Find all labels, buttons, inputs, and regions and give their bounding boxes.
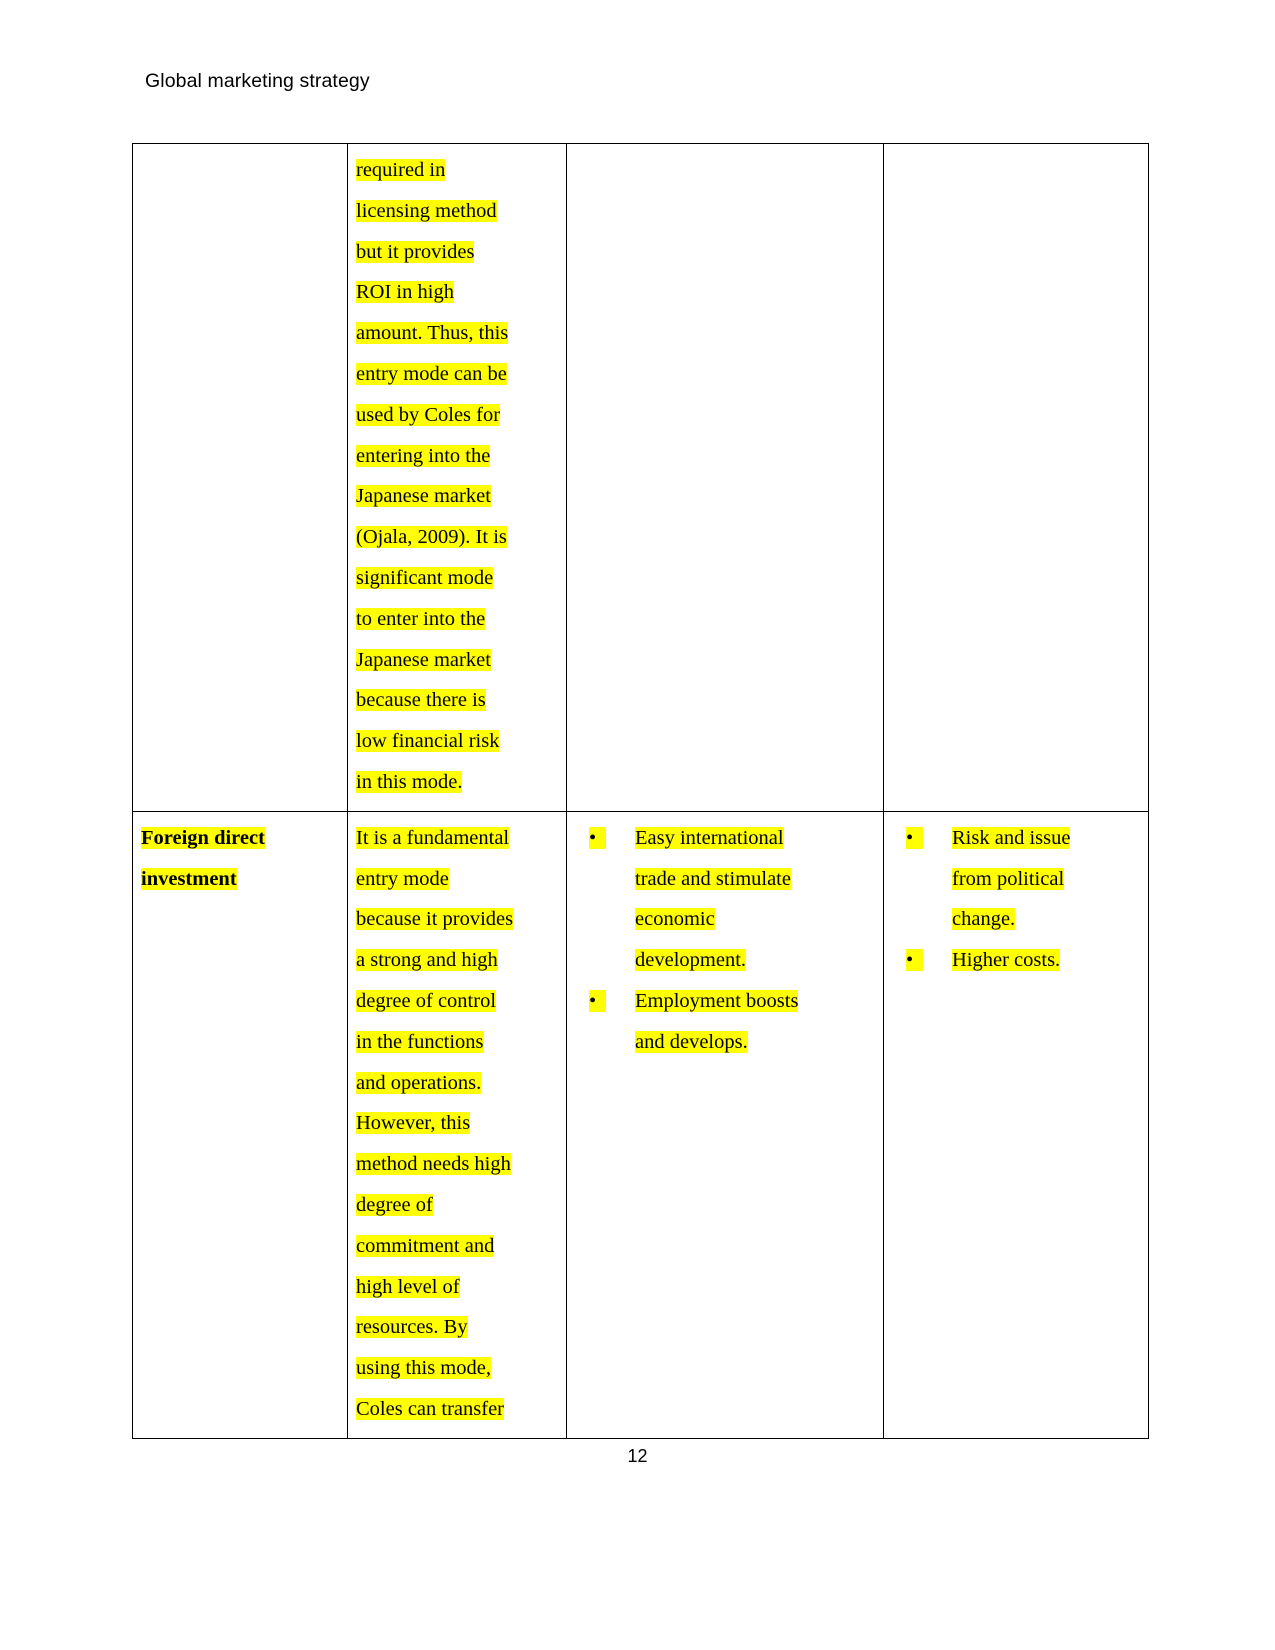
- list-item: • Higher costs.: [892, 940, 1140, 981]
- text-line: low financial risk: [356, 730, 500, 753]
- advantages-list: • Easy international trade and stimulate…: [575, 818, 875, 1063]
- text-line: to enter into the: [356, 607, 486, 630]
- text-line: Easy international: [635, 826, 784, 849]
- mode-name-paragraph: Foreign direct investment: [141, 818, 339, 900]
- text-line: and develops.: [635, 1030, 748, 1053]
- text-line: It is a fundamental: [356, 826, 510, 849]
- text-line: a strong and high: [356, 949, 498, 972]
- text-line: Risk and issue: [952, 826, 1071, 849]
- text-line: because there is: [356, 689, 486, 712]
- text-line: in this mode.: [356, 770, 463, 793]
- text-line: commitment and: [356, 1234, 495, 1257]
- table-body: required in licensing method but it prov…: [132, 143, 1149, 1439]
- page-number: 12: [627, 1446, 648, 1466]
- text-line: development.: [635, 949, 747, 972]
- text-line: entry mode can be: [356, 362, 507, 385]
- table-row: required in licensing method but it prov…: [132, 143, 1149, 812]
- text-line: Japanese market: [356, 485, 491, 508]
- cell-advantages: [566, 143, 884, 812]
- text-line: trade and stimulate: [635, 867, 791, 890]
- text-line: entry mode: [356, 867, 449, 890]
- text-line: Coles can transfer: [356, 1397, 504, 1420]
- text-line: However, this: [356, 1112, 471, 1135]
- cell-description: It is a fundamental entry mode because i…: [347, 810, 567, 1439]
- running-header: Global marketing strategy: [145, 70, 370, 92]
- text-line: ROI in high: [356, 281, 454, 304]
- description-paragraph: required in licensing method but it prov…: [356, 150, 558, 803]
- text-line: economic: [635, 908, 715, 931]
- bullet-icon: •: [589, 818, 635, 859]
- text-line: but it provides: [356, 240, 475, 263]
- bullet-icon: •: [906, 818, 952, 859]
- text-line: amount. Thus, this: [356, 322, 509, 345]
- text-line: entering into the: [356, 444, 491, 467]
- text-line: degree of control: [356, 989, 497, 1012]
- text-line: change.: [952, 908, 1016, 931]
- text-line: using this mode,: [356, 1357, 491, 1380]
- list-item: • Employment boosts and develops.: [575, 981, 875, 1063]
- bullet-icon: •: [589, 981, 635, 1022]
- table-row: Foreign direct investment It is a fundam…: [132, 810, 1149, 1439]
- list-item: • Risk and issue from political change.: [892, 818, 1140, 940]
- list-item: • Easy international trade and stimulate…: [575, 818, 875, 981]
- text-line: high level of: [356, 1275, 460, 1298]
- text-line: degree of: [356, 1193, 433, 1216]
- text-line: Higher costs.: [952, 949, 1061, 972]
- text-line: required in: [356, 159, 446, 181]
- text-line: significant mode: [356, 566, 494, 589]
- text-line: investment: [141, 867, 237, 890]
- text-line: from political: [952, 867, 1065, 890]
- document-page: Global marketing strategy required in li…: [0, 0, 1275, 1650]
- disadvantages-list: • Risk and issue from political change. …: [892, 818, 1140, 981]
- cell-description: required in licensing method but it prov…: [347, 143, 567, 812]
- bullet-icon: •: [906, 940, 952, 981]
- cell-mode-name: [132, 143, 348, 812]
- text-line: Employment boosts: [635, 989, 799, 1012]
- text-line: and operations.: [356, 1071, 482, 1094]
- text-line: licensing method: [356, 199, 497, 222]
- text-line: in the functions: [356, 1030, 484, 1053]
- text-line: method needs high: [356, 1153, 511, 1176]
- text-line: resources. By: [356, 1316, 468, 1339]
- text-line: Foreign direct: [141, 826, 265, 849]
- cell-disadvantages: • Risk and issue from political change. …: [883, 810, 1149, 1439]
- cell-mode-name: Foreign direct investment: [132, 810, 348, 1439]
- entry-modes-table: required in licensing method but it prov…: [132, 143, 1149, 1439]
- text-line: (Ojala, 2009). It is: [356, 526, 507, 549]
- text-line: Japanese market: [356, 648, 491, 671]
- text-line: used by Coles for: [356, 403, 501, 426]
- cell-disadvantages: [883, 143, 1149, 812]
- text-line: because it provides: [356, 908, 514, 931]
- cell-advantages: • Easy international trade and stimulate…: [566, 810, 884, 1439]
- description-paragraph: It is a fundamental entry mode because i…: [356, 818, 558, 1430]
